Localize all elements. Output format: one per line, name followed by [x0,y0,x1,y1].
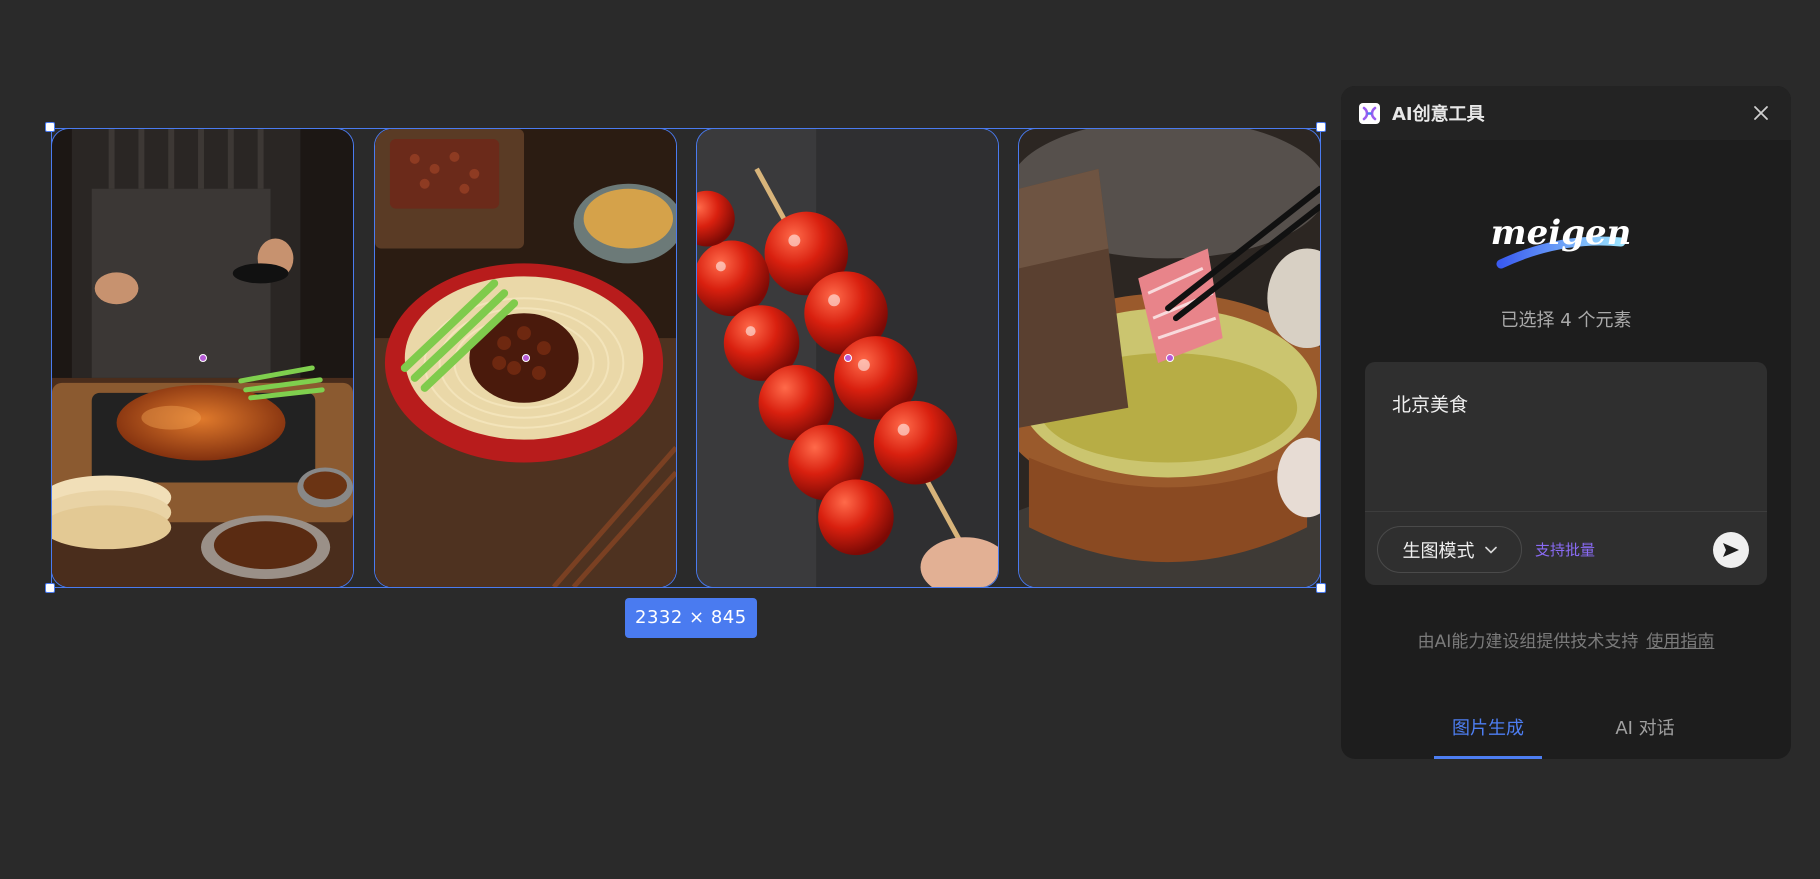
support-line: 由AI能力建设组提供技术支持 使用指南 [1341,627,1791,652]
center-point [198,354,207,362]
tab-ai-chat[interactable]: AI 对话 [1591,714,1699,759]
selected-count: 已选择 4 个元素 [1500,310,1632,331]
mode-label: 生图模式 [1402,540,1475,562]
panel-title: AI创意工具 [1392,104,1485,125]
zhajiang-noodles-image[interactable] [374,128,677,588]
guide-link[interactable]: 使用指南 [1646,632,1714,652]
close-icon[interactable] [1749,101,1773,125]
resize-handle-top-right[interactable] [1316,122,1326,132]
meigen-logo: meigen [1491,196,1631,276]
resize-handle-bottom-right[interactable] [1316,583,1326,593]
tanghulu-image[interactable] [696,128,999,588]
dimension-badge: 2332 × 845 [625,598,757,638]
tab-image-generation[interactable]: 图片生成 [1434,714,1542,759]
logo-text: meigen [1491,213,1631,253]
send-button[interactable] [1713,532,1749,568]
prompt-input[interactable]: 北京美食 [1392,390,1468,417]
chevron-down-icon [1484,546,1497,554]
copper-hotpot-image[interactable] [1018,128,1321,588]
resize-handle-top-left[interactable] [45,122,55,132]
panel-tabs: 图片生成 AI 对话 [1341,714,1791,759]
panel-header: AI创意工具 [1341,86,1791,140]
mode-dropdown[interactable]: 生图模式 [1377,526,1522,573]
prompt-divider [1365,511,1767,512]
center-point [1165,354,1174,362]
batch-support-link[interactable]: 支持批量 [1535,539,1595,560]
ai-creative-panel: AI创意工具 meigen 已选择 4 个元素 北京美食 生图模式 支持批量 由… [1341,86,1791,759]
resize-handle-bottom-left[interactable] [45,583,55,593]
center-point [521,354,530,362]
peking-duck-image[interactable] [51,128,354,588]
prompt-box[interactable]: 北京美食 生图模式 支持批量 [1365,362,1767,585]
send-icon [1723,543,1739,557]
center-point [843,354,852,362]
app-logo-icon [1359,102,1380,124]
support-text: 由AI能力建设组提供技术支持 [1417,632,1639,652]
